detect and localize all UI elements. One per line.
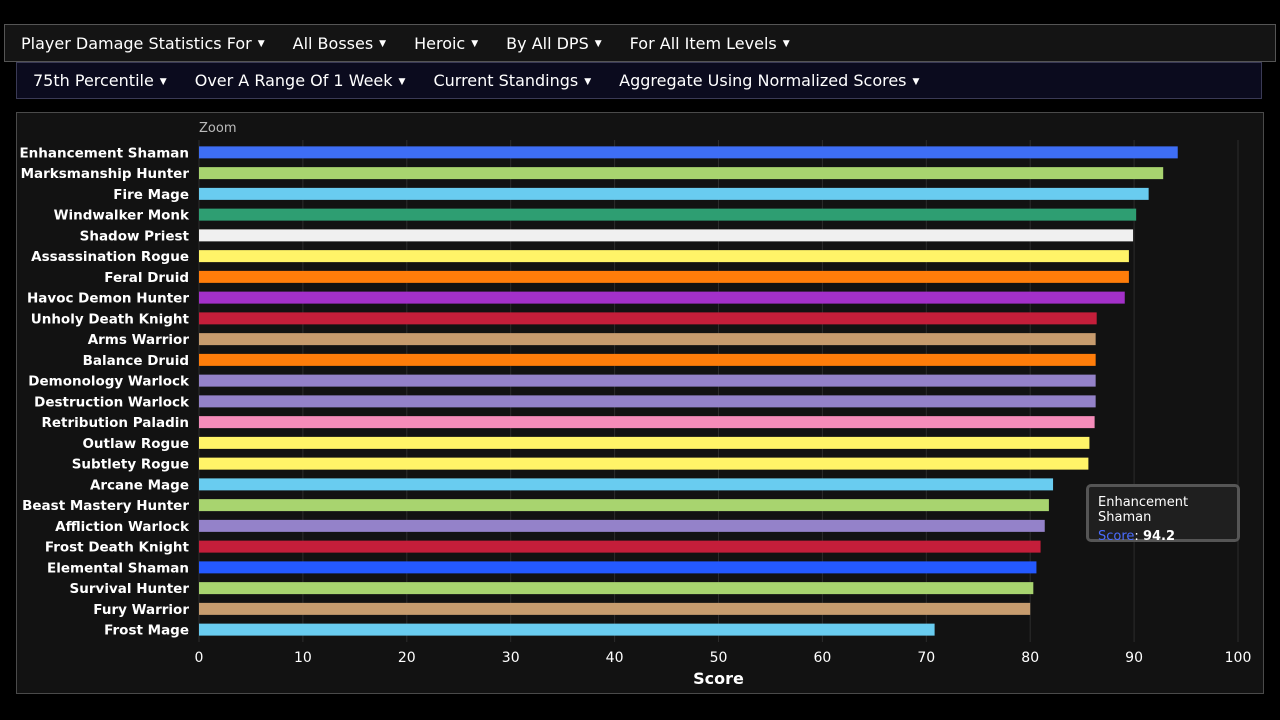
filter-dropdown-label: Player Damage Statistics For xyxy=(21,33,252,53)
chevron-down-icon: ▼ xyxy=(398,76,406,87)
filter-bar-primary: Player Damage Statistics For ▼ All Bosses ▼… xyxy=(4,24,1276,62)
zoom-label[interactable]: Zoom xyxy=(199,121,236,136)
tooltip-value: 94.2 xyxy=(1142,529,1176,544)
bar-chart: Zoom 0 10 20 30 40 50 60 70 80 90 100 Enhancement Sh… xyxy=(19,121,1252,688)
category-label: Balance Druid xyxy=(83,353,189,369)
tooltip-row: Score: 94.2 xyxy=(1098,529,1176,544)
chevron-down-icon: ▼ xyxy=(782,39,790,49)
bar xyxy=(199,250,1129,263)
bar xyxy=(199,208,1137,221)
bar xyxy=(199,478,1054,491)
tooltip-title: Enhancement Shaman xyxy=(1098,495,1189,525)
x-axis-title: Score xyxy=(693,669,744,688)
category-label: Feral Druid xyxy=(104,270,189,286)
filter-dropdown-label: 75th Percentile xyxy=(33,71,154,90)
x-tick-label: 20 xyxy=(398,650,416,666)
bar xyxy=(199,519,1045,532)
bar xyxy=(199,582,1034,595)
filter-dropdown-3[interactable]: Heroic ▼ xyxy=(414,34,478,53)
x-tick-label: 50 xyxy=(710,650,728,666)
filter-dropdown-3[interactable]: Current Standings ▼ xyxy=(433,71,591,90)
bar xyxy=(199,623,935,636)
category-label: Affliction Warlock xyxy=(55,519,190,535)
bar xyxy=(199,499,1049,512)
category-label: Frost Mage xyxy=(104,623,189,639)
bar xyxy=(199,187,1149,200)
filter-dropdown-1[interactable]: 75th Percentile ▼ xyxy=(33,71,167,90)
x-tick-label: 80 xyxy=(1021,650,1039,666)
filter-dropdown-label: Current Standings xyxy=(433,71,579,90)
filter-dropdown-label: For All Item Levels xyxy=(629,33,777,53)
category-label: Marksmanship Hunter xyxy=(21,166,190,182)
bar xyxy=(199,312,1097,325)
bar xyxy=(199,353,1096,366)
filter-dropdown-label: Over A Range Of 1 Week xyxy=(194,71,393,90)
category-label: Outlaw Rogue xyxy=(82,436,189,452)
category-label: Havoc Demon Hunter xyxy=(27,291,189,307)
category-label: Demonology Warlock xyxy=(28,374,190,390)
category-label: Beast Mastery Hunter xyxy=(22,498,189,514)
x-tick-label: 60 xyxy=(813,650,831,666)
bar xyxy=(199,457,1089,470)
chevron-down-icon: ▼ xyxy=(912,76,920,87)
bar xyxy=(199,602,1031,615)
bar xyxy=(199,270,1129,283)
filter-dropdown-5[interactable]: For All Item Levels ▼ xyxy=(630,34,790,53)
x-tick-label: 0 xyxy=(195,650,204,666)
category-label: Fire Mage xyxy=(113,187,189,203)
bar xyxy=(199,416,1095,429)
category-label: Subtlety Rogue xyxy=(72,457,189,473)
category-label: Enhancement Shaman xyxy=(19,145,189,161)
chevron-down-icon: ▼ xyxy=(159,76,167,87)
category-label: Assassination Rogue xyxy=(31,249,189,265)
filter-dropdown-1[interactable]: Player Damage Statistics For ▼ xyxy=(21,34,265,53)
filter-dropdown-4[interactable]: By All DPS ▼ xyxy=(506,34,602,53)
category-label: Shadow Priest xyxy=(80,228,190,244)
category-label: Elemental Shaman xyxy=(47,560,189,576)
x-tick-label: 100 xyxy=(1225,650,1252,666)
bar xyxy=(199,436,1090,449)
bar xyxy=(199,333,1096,346)
category-label: Retribution Paladin xyxy=(41,415,189,431)
filter-dropdown-label: All Bosses xyxy=(292,33,374,53)
category-label: Arms Warrior xyxy=(88,332,190,348)
bar xyxy=(199,167,1164,180)
x-tick-label: 90 xyxy=(1125,650,1143,666)
x-tick-label: 40 xyxy=(606,650,624,666)
filter-dropdown-label: Aggregate Using Normalized Scores xyxy=(619,71,907,90)
category-label: Destruction Warlock xyxy=(34,394,190,410)
category-label: Arcane Mage xyxy=(90,477,189,493)
chevron-down-icon: ▼ xyxy=(379,39,387,49)
filter-dropdown-4[interactable]: Aggregate Using Normalized Scores ▼ xyxy=(619,71,919,90)
x-tick-label: 30 xyxy=(502,650,520,666)
chevron-down-icon: ▼ xyxy=(257,39,265,49)
filter-bar-secondary: 75th Percentile ▼ Over A Range Of 1 Week ▼ C… xyxy=(16,62,1262,99)
chevron-down-icon: ▼ xyxy=(594,39,602,49)
x-tick-label: 10 xyxy=(294,650,312,666)
filter-dropdown-label: By All DPS xyxy=(506,33,589,53)
filter-dropdown-2[interactable]: Over A Range Of 1 Week ▼ xyxy=(195,71,406,90)
tooltip-key: Score xyxy=(1098,529,1135,544)
filter-dropdown-2[interactable]: All Bosses ▼ xyxy=(293,34,386,53)
bar xyxy=(199,146,1178,159)
category-label: Survival Hunter xyxy=(70,581,190,597)
category-label: Windwalker Monk xyxy=(54,208,190,224)
filter-dropdown-label: Heroic xyxy=(414,33,466,53)
chevron-down-icon: ▼ xyxy=(584,76,592,87)
bar xyxy=(199,395,1096,408)
chart-tooltip: Enhancement Shaman Score: 94.2 xyxy=(1086,484,1240,544)
category-label: Frost Death Knight xyxy=(45,540,190,556)
bar xyxy=(199,229,1134,242)
category-label: Unholy Death Knight xyxy=(31,311,190,327)
bar xyxy=(199,540,1041,553)
bar xyxy=(199,291,1125,304)
chart-panel: Zoom 0 10 20 30 40 50 60 70 80 90 100 Enhancement Sh… xyxy=(16,112,1264,694)
bar xyxy=(199,374,1096,387)
bar xyxy=(199,561,1037,574)
x-tick-label: 70 xyxy=(917,650,935,666)
category-label: Fury Warrior xyxy=(93,602,189,618)
chevron-down-icon: ▼ xyxy=(471,39,479,49)
